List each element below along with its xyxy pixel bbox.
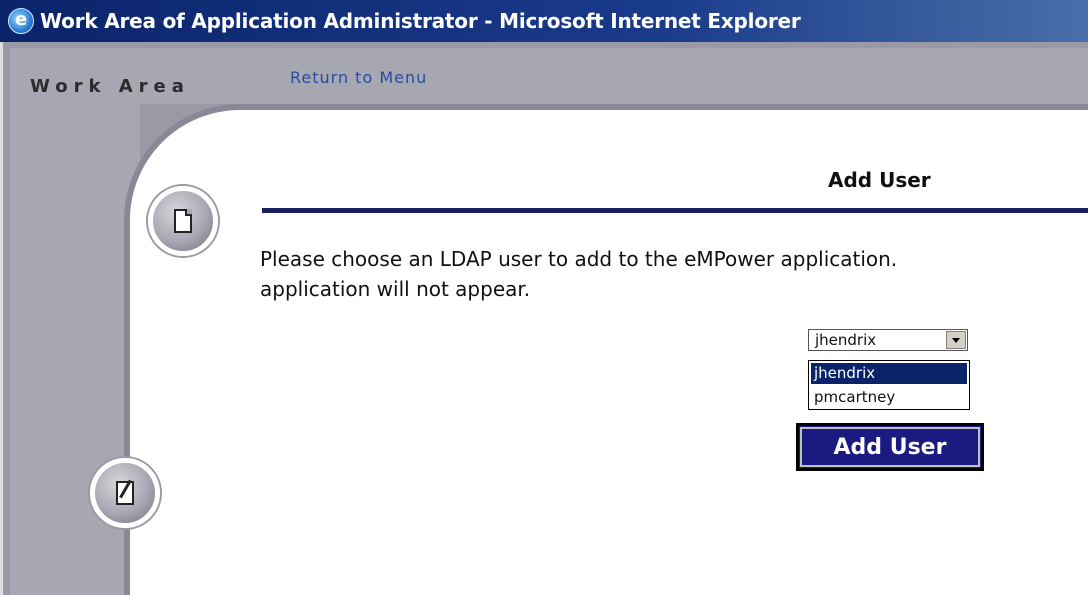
option-jhendrix[interactable]: jhendrix bbox=[811, 363, 967, 384]
user-select-value: jhendrix bbox=[815, 331, 877, 349]
document-icon bbox=[174, 209, 192, 233]
document-button[interactable] bbox=[148, 186, 218, 256]
ie-icon bbox=[8, 8, 34, 34]
heading-divider bbox=[262, 208, 1088, 213]
work-area-label: Work Area bbox=[30, 76, 190, 97]
instruction-line-2: application will not appear. bbox=[260, 277, 531, 301]
content-area bbox=[130, 110, 1088, 595]
chevron-down-icon[interactable] bbox=[946, 331, 966, 349]
return-to-menu-link[interactable]: Return to Menu bbox=[290, 68, 427, 87]
window-title: Work Area of Application Administrator -… bbox=[40, 9, 801, 33]
window-titlebar: Work Area of Application Administrator -… bbox=[0, 0, 1088, 42]
instruction-line-1: Please choose an LDAP user to add to the… bbox=[260, 247, 898, 271]
instruction-text: Please choose an LDAP user to add to the… bbox=[260, 244, 1088, 304]
edit-document-icon bbox=[116, 481, 134, 505]
option-pmcartney[interactable]: pmcartney bbox=[811, 387, 967, 408]
user-select-options: jhendrix pmcartney bbox=[808, 360, 970, 410]
add-user-button[interactable]: Add User bbox=[796, 423, 984, 471]
user-select[interactable]: jhendrix bbox=[808, 329, 968, 351]
edit-button[interactable] bbox=[90, 458, 160, 528]
page-title: Add User bbox=[828, 168, 931, 192]
